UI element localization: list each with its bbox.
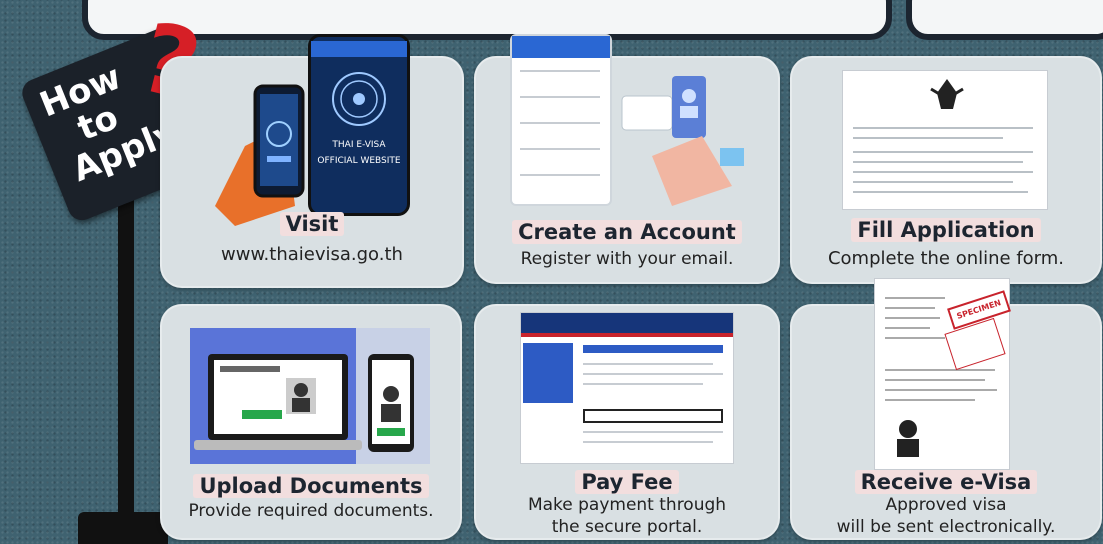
step-evisa-desc: Approved visa will be sent electronicall… (790, 494, 1102, 538)
infographic: How to Apply ? THAI E-VISA OFFICIAL WEBS… (0, 0, 1103, 544)
mobile-upload-icon (368, 354, 414, 452)
step-application-card: Fill Application Complete the online for… (790, 56, 1102, 284)
step-upload-title: Upload Documents (160, 474, 462, 498)
step-visit-title: Visit (160, 212, 464, 236)
step-payment-desc-line2: the secure portal. (551, 517, 703, 537)
evisa-document: SPECIMEN (874, 278, 1011, 470)
visa-photo-icon (897, 420, 919, 457)
step-visit-card: THAI E-VISA OFFICIAL WEBSITE Visit www.t… (160, 34, 464, 288)
step-application-title: Fill Application (790, 218, 1102, 242)
step-account-desc: Register with your email. (520, 249, 734, 269)
step-account-title: Create an Account (474, 220, 780, 244)
top-banner-right (906, 0, 1103, 40)
step-upload-card: Upload Documents Provide required docume… (160, 304, 462, 540)
step-application-desc: Complete the online form. (827, 248, 1065, 269)
sign-base (78, 512, 168, 544)
payment-portal-screen (520, 312, 734, 464)
step-evisa-desc-line2: will be sent electronically. (836, 517, 1056, 537)
application-form-document (842, 70, 1048, 210)
step-payment-title: Pay Fee (474, 470, 780, 494)
sign-post (118, 160, 134, 530)
step-evisa-desc-line1: Approved visa (885, 495, 1007, 515)
step-visit-desc: www.thaievisa.go.th (221, 244, 403, 265)
user-account-illustration (621, 76, 744, 206)
step-evisa-title: Receive e-Visa (790, 470, 1102, 494)
phone-line-2: OFFICIAL WEBSITE (317, 156, 401, 166)
phone-line-1: THAI E-VISA (332, 140, 386, 150)
step-upload-desc: Provide required documents. (188, 501, 434, 521)
step-payment-card: Pay Fee Make payment through the secure … (474, 304, 780, 540)
thai-emblem-icon (332, 72, 386, 126)
visa-website-phone: THAI E-VISA OFFICIAL WEBSITE (308, 34, 410, 216)
garuda-emblem-icon (930, 79, 964, 109)
laptop-upload-icon (194, 354, 362, 450)
signup-form-screen (510, 34, 612, 206)
step-account-card: Create an Account Register with your ema… (474, 34, 780, 284)
step-payment-desc-line1: Make payment through (527, 495, 727, 515)
step-evisa-card: SPECIMEN Receive e-Visa Approved visa wi… (790, 278, 1102, 540)
step-payment-desc: Make payment through the secure portal. (474, 494, 780, 538)
